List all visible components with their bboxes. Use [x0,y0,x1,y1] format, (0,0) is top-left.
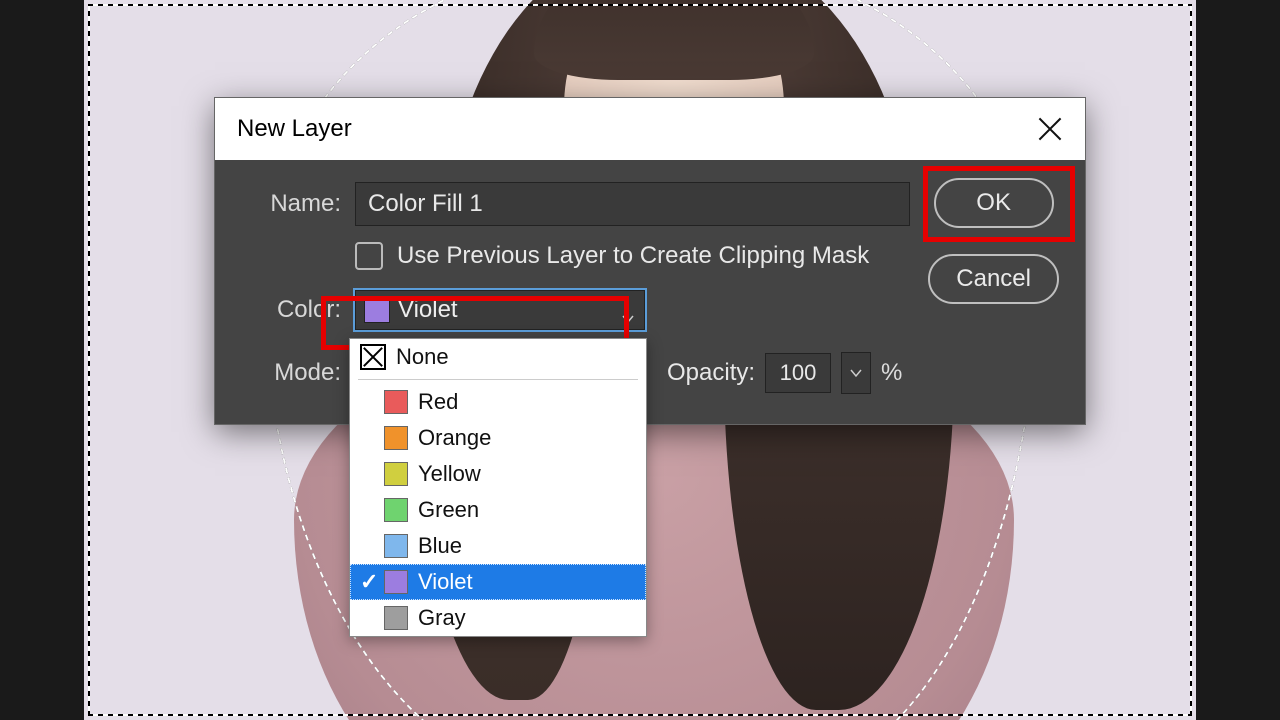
dialog-titlebar: New Layer [215,98,1085,160]
color-swatch-icon [384,606,408,630]
color-swatch-icon [384,462,408,486]
dropdown-separator [358,379,638,380]
color-option-label: Violet [418,569,473,595]
color-swatch-icon [384,426,408,450]
color-option-label: Blue [418,533,462,559]
clipping-label: Use Previous Layer to Create Clipping Ma… [397,242,869,270]
opacity-unit: % [881,359,902,387]
chevron-down-icon [622,304,634,316]
app-stage: New Layer Name: Use Previous Layer to Cr… [0,0,1280,720]
color-option-label: Gray [418,605,466,631]
ok-button-label: OK [976,189,1011,217]
opacity-group: Opacity: % [667,352,902,394]
color-dropdown-list[interactable]: None Red Orange Yellow Green Blue ✓ Viol… [349,338,647,637]
clipping-checkbox[interactable] [355,242,383,270]
cancel-button-label: Cancel [956,265,1031,293]
color-option-label: Orange [418,425,491,451]
cancel-button[interactable]: Cancel [928,254,1059,304]
selected-color-swatch [364,297,390,323]
name-label: Name: [241,190,355,218]
color-dropdown[interactable]: Violet [355,290,645,330]
opacity-label: Opacity: [667,359,755,387]
selected-color-text: Violet [398,296,458,324]
color-option-violet[interactable]: ✓ Violet [350,564,646,600]
color-option-label: Yellow [418,461,481,487]
color-swatch-icon [384,390,408,414]
color-option-orange[interactable]: Orange [350,420,646,456]
color-swatch-icon [384,498,408,522]
color-option-gray[interactable]: Gray [350,600,646,636]
color-option-green[interactable]: Green [350,492,646,528]
color-option-label: None [396,344,449,370]
color-swatch-icon [384,534,408,558]
color-option-blue[interactable]: Blue [350,528,646,564]
opacity-stepper[interactable] [841,352,871,394]
dialog-body: Name: Use Previous Layer to Create Clipp… [215,160,1085,424]
color-label: Color: [241,296,355,324]
new-layer-dialog: New Layer Name: Use Previous Layer to Cr… [215,98,1085,424]
color-option-red[interactable]: Red [350,384,646,420]
close-icon[interactable] [1035,114,1065,144]
mode-label: Mode: [241,359,355,387]
check-icon: ✓ [360,569,378,595]
color-option-yellow[interactable]: Yellow [350,456,646,492]
color-option-label: Green [418,497,479,523]
opacity-input[interactable] [765,353,831,393]
none-swatch-icon [360,344,386,370]
layer-name-input[interactable] [355,182,910,226]
color-option-label: Red [418,389,458,415]
color-option-none[interactable]: None [350,339,646,375]
color-swatch-icon [384,570,408,594]
dialog-buttons: OK Cancel [928,178,1059,304]
ok-button[interactable]: OK [934,178,1054,228]
dialog-title: New Layer [237,115,352,143]
